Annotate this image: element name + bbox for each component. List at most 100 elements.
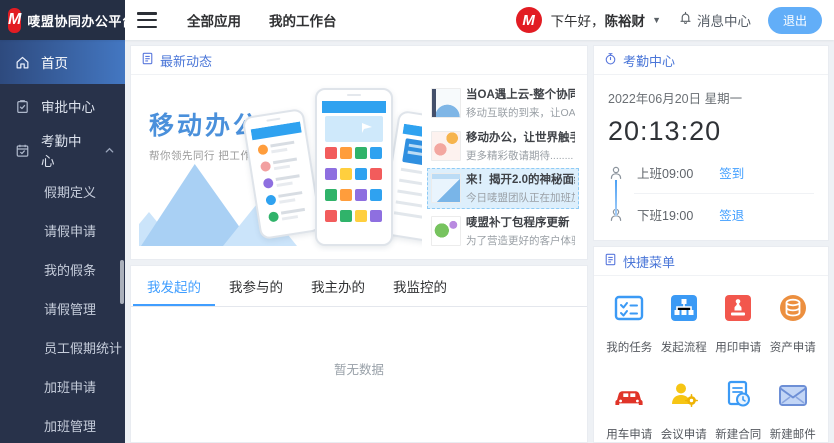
sidebar-item-approval-center[interactable]: 审批中心 (0, 84, 125, 128)
sidebar-subitem-employee-holiday-stats[interactable]: 员工假期统计 (0, 328, 125, 367)
quick-menu-grid: 我的任务 发起流程 用印申请 资产申请 (594, 276, 828, 442)
sidebar-subitem-leave-management[interactable]: 请假管理 (0, 289, 125, 328)
sidebar-item-label: 首页 (41, 52, 68, 72)
nav-all-apps[interactable]: 全部应用 (187, 10, 241, 30)
check-in-label: 上班09:00 (637, 163, 693, 182)
message-center-label: 消息中心 (697, 10, 751, 30)
contract-icon (720, 377, 756, 418)
latest-news-panel: 最新动态 移动办公 帮你领先同行 把工作带出办公室 (130, 45, 588, 260)
quick-item-label: 资产申请 (770, 339, 816, 355)
chevron-up-icon (104, 145, 115, 156)
top-nav: 全部应用 我的工作台 (187, 10, 337, 30)
quick-menu-panel: 快捷菜单 我的任务 发起流程 用印申请 (593, 246, 829, 443)
asset-icon (775, 290, 811, 331)
quick-item-new-mail[interactable]: 新建邮件 (766, 377, 821, 442)
news-item-highlighted[interactable]: 来！揭开2.0的神秘面纱-今日唛盟团队正在加班加点， (427, 168, 579, 210)
news-panel-title: 最新动态 (160, 51, 212, 70)
mail-icon (775, 377, 811, 418)
news-title: 移动办公，让世界触手可 (466, 129, 575, 145)
attendance-panel-header: 考勤中心 (594, 46, 828, 75)
quick-item-my-tasks[interactable]: 我的任务 (602, 290, 657, 355)
news-item[interactable]: 唛盟补丁包程序更新为了营造更好的客户体验，唛 (427, 210, 579, 252)
attendance-rows: 上班09:00 签到 下班19:00 签退 (608, 163, 814, 224)
right-column: 考勤中心 2022年06月20日 星期一 20:13:20 上班09:00 签到 (593, 45, 829, 443)
quick-item-label: 新建邮件 (770, 426, 816, 442)
quick-menu-header: 快捷菜单 (594, 247, 828, 276)
chevron-down-icon[interactable]: ▼ (652, 15, 661, 25)
news-item[interactable]: 当OA遇上云-整个协同OA移动互联的到来，让OA与云 (427, 82, 579, 124)
attendance-timeline (615, 180, 617, 216)
user-greeting[interactable]: 下午好，陈裕财 (551, 10, 646, 30)
quick-item-start-flow[interactable]: 发起流程 (657, 290, 712, 355)
brand: M 唛盟协同办公平台 (0, 0, 125, 40)
quick-menu-title: 快捷菜单 (623, 252, 675, 271)
document-icon (141, 52, 154, 68)
document-icon (604, 253, 617, 269)
app-window: M 唛盟协同办公平台 全部应用 我的工作台 M 下午好，陈裕财 ▼ 消息中心 退… (0, 0, 834, 443)
news-title: 唛盟补丁包程序更新 (466, 214, 575, 230)
flow-icon (666, 290, 702, 331)
sidebar-subitem-leave-request[interactable]: 请假申请 (0, 211, 125, 250)
news-desc: 更多精彩敬请期待........ (466, 148, 575, 163)
quick-item-new-contract[interactable]: 新建合同 (711, 377, 766, 442)
tab-initiated-by-me[interactable]: 我发起的 (133, 266, 215, 306)
attendance-clock: 20:13:20 (608, 116, 814, 147)
quick-item-label: 发起流程 (661, 339, 707, 355)
user-name: 陈裕财 (605, 14, 646, 29)
check-in-link[interactable]: 签到 (719, 163, 744, 182)
quick-item-label: 会议申请 (661, 426, 707, 442)
quick-item-meeting-request[interactable]: 会议申请 (657, 377, 712, 442)
brand-logo-icon: M (8, 8, 21, 33)
person-icon (608, 165, 624, 181)
quick-item-seal-request[interactable]: 用印申请 (711, 290, 766, 355)
main-content: 最新动态 移动办公 帮你领先同行 把工作带出办公室 (125, 40, 834, 443)
top-header: M 唛盟协同办公平台 全部应用 我的工作台 M 下午好，陈裕财 ▼ 消息中心 退… (0, 0, 834, 40)
tab-participated-by-me[interactable]: 我参与的 (215, 266, 297, 306)
attendance-panel: 考勤中心 2022年06月20日 星期一 20:13:20 上班09:00 签到 (593, 45, 829, 241)
divider (634, 193, 814, 194)
car-icon (611, 377, 647, 418)
header-right: M 下午好，陈裕财 ▼ 消息中心 退出 (516, 7, 834, 34)
quick-item-label: 我的任务 (606, 339, 652, 355)
news-body: 移动办公 帮你领先同行 把工作带出办公室 (131, 75, 587, 259)
check-out-label: 下班19:00 (637, 205, 693, 224)
news-thumbnail (431, 216, 461, 246)
bell-icon (678, 10, 693, 30)
quick-item-label: 用印申请 (715, 339, 761, 355)
check-out-link[interactable]: 签退 (719, 205, 744, 224)
nav-my-workbench[interactable]: 我的工作台 (269, 10, 337, 30)
news-desc: 移动互联的到来，让OA与云 (466, 105, 575, 120)
stopwatch-icon (604, 52, 617, 68)
check-out-row: 下班19:00 签退 (608, 205, 814, 224)
tab-monitored-by-me[interactable]: 我监控的 (379, 266, 461, 306)
tasks-icon (611, 290, 647, 331)
sidebar-item-attendance-center[interactable]: 考勤中心 (0, 128, 125, 172)
mobile-office-banner[interactable]: 移动办公 帮你领先同行 把工作带出办公室 (139, 82, 422, 252)
logout-button[interactable]: 退出 (768, 7, 822, 34)
calendar-icon (15, 143, 30, 158)
sidebar-scrollbar[interactable] (120, 260, 124, 304)
app-title: 唛盟协同办公平台 (27, 11, 135, 30)
sidebar: 首页 审批中心 考勤中心 假期定义 请假申请 我的假条 请假管理 员工假期统计 … (0, 40, 125, 443)
sidebar-subitem-holiday-definition[interactable]: 假期定义 (0, 172, 125, 211)
news-item[interactable]: 移动办公，让世界触手可更多精彩敬请期待........ (427, 125, 579, 167)
greeting-text: 下午好， (551, 14, 605, 29)
empty-state-text: 暂无数据 (131, 307, 587, 378)
tab-hosted-by-me[interactable]: 我主办的 (297, 266, 379, 306)
user-avatar[interactable]: M (516, 7, 542, 33)
left-column: 最新动态 移动办公 帮你领先同行 把工作带出办公室 (130, 45, 588, 443)
news-thumbnail (431, 131, 461, 161)
task-tab-bar: 我发起的 我参与的 我主办的 我监控的 (131, 266, 587, 307)
sidebar-item-home[interactable]: 首页 (0, 40, 125, 84)
news-desc: 今日唛盟团队正在加班加点， (466, 190, 575, 205)
sidebar-subitem-overtime-request[interactable]: 加班申请 (0, 367, 125, 406)
clipboard-icon (15, 99, 30, 114)
quick-item-asset-request[interactable]: 资产申请 (766, 290, 821, 355)
quick-item-vehicle-request[interactable]: 用车申请 (602, 377, 657, 442)
message-center[interactable]: 消息中心 (678, 10, 751, 30)
news-thumbnail (431, 88, 461, 118)
sidebar-subitem-overtime-management[interactable]: 加班管理 (0, 406, 125, 443)
stamp-icon (720, 290, 756, 331)
hamburger-menu-icon[interactable] (137, 12, 157, 28)
sidebar-subitem-my-leave-slips[interactable]: 我的假条 (0, 250, 125, 289)
